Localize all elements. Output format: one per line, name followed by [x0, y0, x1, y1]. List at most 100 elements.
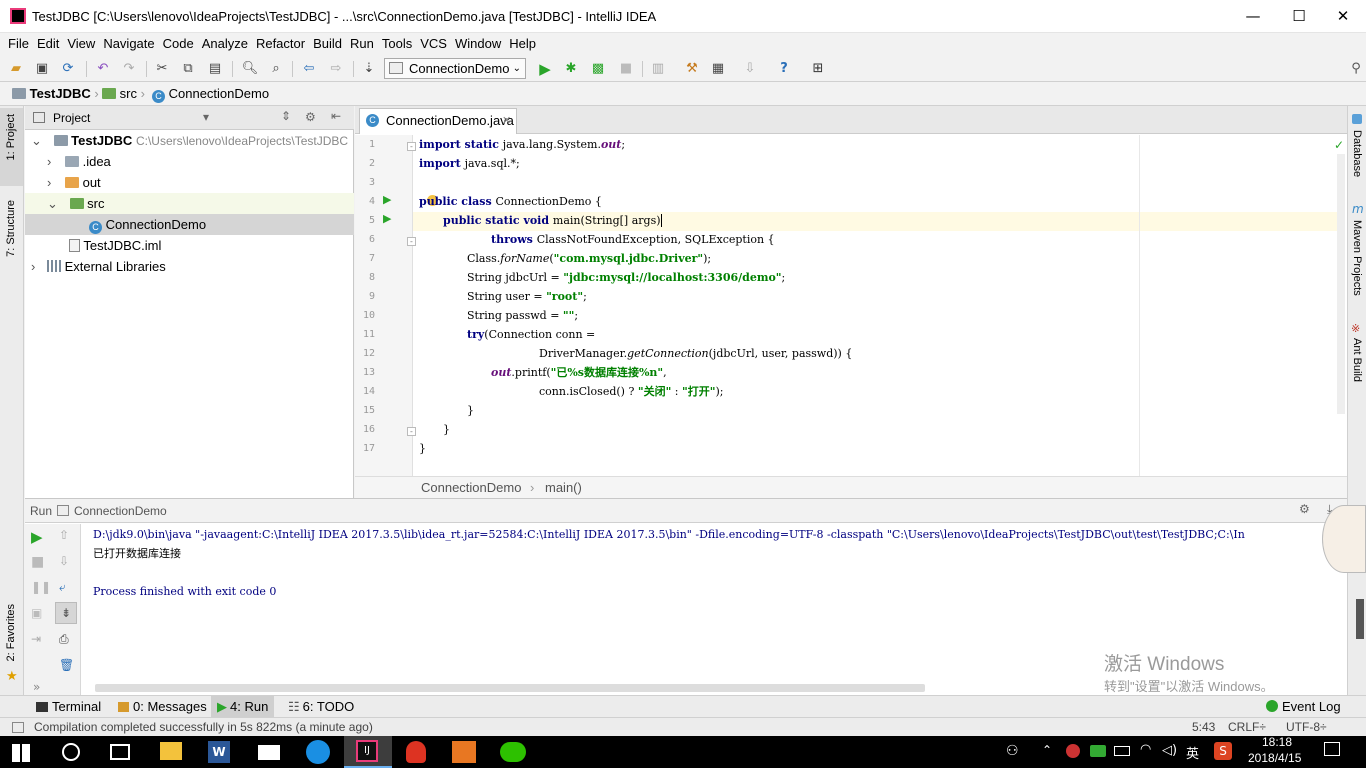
code-line-17[interactable]: }: [419, 439, 426, 458]
copy-icon[interactable]: ⧉: [178, 59, 198, 79]
menu-view[interactable]: View: [63, 33, 99, 55]
code-line-5[interactable]: public static void main(String[] args): [443, 211, 662, 230]
people-icon[interactable]: ⚇: [1006, 743, 1019, 759]
sogou-ime-icon[interactable]: S: [1214, 742, 1232, 760]
more-icon[interactable]: »: [33, 680, 40, 694]
stop-icon[interactable]: ■: [31, 554, 44, 570]
menu-vcs[interactable]: VCS: [416, 33, 451, 55]
breadcrumb-project[interactable]: TestJDBC ›: [12, 85, 99, 103]
collapse-all-icon[interactable]: ⇕: [281, 109, 291, 123]
tree-item-out[interactable]: › out: [25, 172, 354, 193]
back-arrow-icon[interactable]: ⇦: [299, 59, 319, 79]
wechat-icon[interactable]: [500, 742, 526, 762]
xampp-icon[interactable]: [452, 741, 476, 763]
replace-icon[interactable]: ⌕: [266, 59, 286, 79]
code-line-15[interactable]: }: [467, 401, 474, 420]
stop-icon[interactable]: ■: [616, 59, 636, 79]
toggle-tool-windows-icon[interactable]: [12, 722, 24, 733]
project-structure-icon[interactable]: ▥: [648, 59, 668, 79]
settings-wrench-icon[interactable]: ⚒: [682, 59, 702, 79]
battery-icon[interactable]: [1114, 746, 1130, 756]
code-line-4[interactable]: public class ConnectionDemo {: [419, 192, 602, 211]
file-explorer-icon[interactable]: [160, 742, 182, 760]
help-icon[interactable]: ?: [774, 59, 794, 79]
menu-edit[interactable]: Edit: [33, 33, 63, 55]
redo-icon[interactable]: ↷: [119, 59, 139, 79]
project-view-select[interactable]: Project: [53, 111, 90, 125]
mail-icon[interactable]: [258, 745, 280, 760]
windows-start-icon[interactable]: [12, 744, 30, 762]
dropdown-arrow-icon[interactable]: ▾: [203, 110, 209, 124]
run-class-gutter-icon[interactable]: ▶: [383, 193, 391, 206]
search-everywhere-icon[interactable]: ⚲: [1346, 59, 1366, 79]
menu-run[interactable]: Run: [346, 33, 378, 55]
up-arrow-icon[interactable]: ⇧: [59, 528, 69, 542]
module-settings-icon[interactable]: ▦: [708, 59, 728, 79]
plugin-icon[interactable]: ⊞: [808, 59, 828, 79]
scroll-to-end-icon[interactable]: ⇟: [55, 602, 77, 624]
volume-icon[interactable]: ◁): [1162, 743, 1177, 758]
dump-threads-icon[interactable]: ▣: [31, 606, 42, 620]
tree-item-iml[interactable]: TestJDBC.iml: [25, 235, 354, 256]
input-method-indicator[interactable]: 英: [1186, 743, 1199, 762]
cortana-icon[interactable]: [62, 743, 80, 761]
code-line-13[interactable]: out.printf("已%s数据库连接%n",: [491, 363, 667, 382]
line-separator[interactable]: CRLF÷: [1228, 720, 1266, 734]
maven-tool-tab[interactable]: Maven Projects: [1351, 220, 1363, 296]
breadcrumb-src[interactable]: src ›: [102, 85, 145, 103]
restore-layout-icon[interactable]: ⇥: [31, 632, 41, 646]
tree-item-idea[interactable]: › .idea: [25, 151, 354, 172]
undo-icon[interactable]: ↶: [93, 59, 113, 79]
ant-tool-tab[interactable]: Ant Build: [1351, 338, 1363, 382]
menu-file[interactable]: File: [4, 33, 33, 55]
messages-tool-button[interactable]: 0: Messages: [112, 696, 213, 717]
menu-build[interactable]: Build: [309, 33, 346, 55]
sdk-download-icon[interactable]: ⇩: [740, 59, 760, 79]
fold-icon[interactable]: -: [407, 427, 416, 436]
coverage-icon[interactable]: ▩: [588, 59, 608, 79]
paste-icon[interactable]: ▤: [205, 59, 225, 79]
show-hidden-icons[interactable]: ⌃: [1042, 743, 1052, 757]
code-line-9[interactable]: String user = "root";: [467, 287, 587, 306]
minimize-button[interactable]: —: [1230, 0, 1276, 32]
down-arrow-icon[interactable]: ⇩: [59, 554, 69, 568]
code-line-10[interactable]: String passwd = "";: [467, 306, 578, 325]
code-line-1[interactable]: import static java.lang.System.out;: [419, 135, 625, 154]
hide-panel-icon[interactable]: ⇤: [331, 109, 341, 123]
qq-icon[interactable]: [406, 741, 426, 763]
wifi-icon[interactable]: ◠: [1140, 742, 1151, 757]
run-main-gutter-icon[interactable]: ▶: [383, 212, 391, 225]
terminal-tool-button[interactable]: Terminal: [30, 696, 107, 717]
menu-refactor[interactable]: Refactor: [252, 33, 309, 55]
intellij-taskbar-button[interactable]: IJ: [344, 736, 392, 768]
fold-icon[interactable]: -: [407, 142, 416, 151]
tree-item-connectiondemo[interactable]: C ConnectionDemo: [25, 214, 354, 235]
run-configuration-select[interactable]: ConnectionDemo ⌄: [384, 58, 526, 79]
maximize-button[interactable]: ☐: [1276, 0, 1322, 32]
todo-tool-button[interactable]: ☷ 6: TODO: [282, 696, 360, 717]
breadcrumb-class[interactable]: C ConnectionDemo: [152, 85, 269, 103]
forward-arrow-icon[interactable]: ⇨: [326, 59, 346, 79]
structure-tool-tab[interactable]: 7: Structure: [5, 200, 17, 257]
file-encoding[interactable]: UTF-8÷: [1286, 720, 1327, 734]
gear-icon[interactable]: ⚙: [305, 110, 316, 124]
word-icon[interactable]: W: [208, 741, 230, 763]
debug-icon[interactable]: ✱: [561, 59, 581, 79]
menu-help[interactable]: Help: [505, 33, 540, 55]
run-tab-label[interactable]: ConnectionDemo: [74, 504, 167, 518]
fold-icon[interactable]: -: [407, 237, 416, 246]
code-line-8[interactable]: String jdbcUrl = "jdbc:mysql://localhost…: [467, 268, 785, 287]
console-vertical-scrollbar[interactable]: [1356, 599, 1364, 639]
task-view-icon[interactable]: [110, 744, 130, 760]
tree-item-src[interactable]: ⌄ src: [25, 193, 354, 214]
code-line-11[interactable]: try(Connection conn =: [467, 325, 595, 344]
close-button[interactable]: ✕: [1320, 0, 1366, 32]
cut-icon[interactable]: ✂: [152, 59, 172, 79]
clear-all-icon[interactable]: 🗑︎: [59, 658, 74, 672]
gear-icon[interactable]: ⚙: [1299, 502, 1310, 516]
browser-icon[interactable]: [306, 740, 330, 764]
caret-position[interactable]: 5:43: [1192, 720, 1215, 734]
synchronize-icon[interactable]: ⟳: [58, 59, 78, 79]
favorites-tool-tab[interactable]: 2: Favorites: [5, 604, 17, 661]
rerun-icon[interactable]: ▶: [31, 528, 43, 546]
